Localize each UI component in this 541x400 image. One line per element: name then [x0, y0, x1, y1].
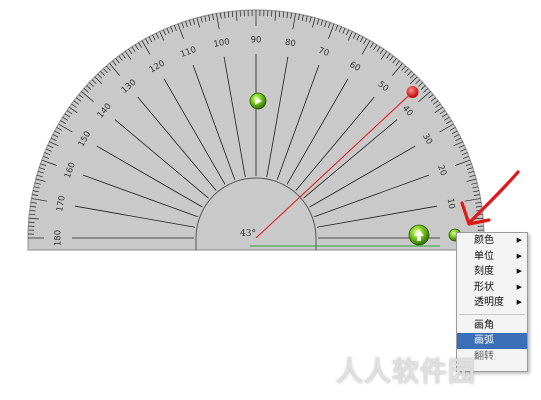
- move-knob-icon[interactable]: [408, 224, 430, 246]
- menu-item-scale[interactable]: 刻度 ▶: [457, 264, 527, 280]
- menu-item-draw-angle[interactable]: 画角: [457, 318, 527, 334]
- angle-handle[interactable]: [406, 86, 419, 99]
- menu-item-unit[interactable]: 单位 ▶: [457, 249, 527, 265]
- menu-item-color[interactable]: 颜色 ▶: [457, 233, 527, 249]
- angle-readout: 43°: [240, 229, 256, 239]
- submenu-arrow-icon: ▶: [516, 267, 522, 275]
- submenu-arrow-icon: ▶: [516, 298, 522, 306]
- submenu-arrow-icon: ▶: [516, 236, 522, 244]
- menu-item-shape[interactable]: 形状 ▶: [457, 280, 527, 296]
- rotate-knob-icon[interactable]: [249, 92, 267, 110]
- watermark: 人人软件园: [336, 357, 476, 388]
- scale-label: 80: [284, 38, 296, 50]
- scale-label: 10: [445, 198, 457, 210]
- scale-label: 90: [251, 36, 262, 46]
- submenu-arrow-icon: ▶: [516, 251, 522, 260]
- menu-item-transparency[interactable]: 透明度 ▶: [457, 295, 527, 311]
- menu-separator: [459, 313, 525, 315]
- menu-item-draw-arc[interactable]: 画弧: [457, 333, 527, 349]
- scale-label: 180: [54, 230, 64, 246]
- submenu-arrow-icon: ▶: [516, 282, 522, 291]
